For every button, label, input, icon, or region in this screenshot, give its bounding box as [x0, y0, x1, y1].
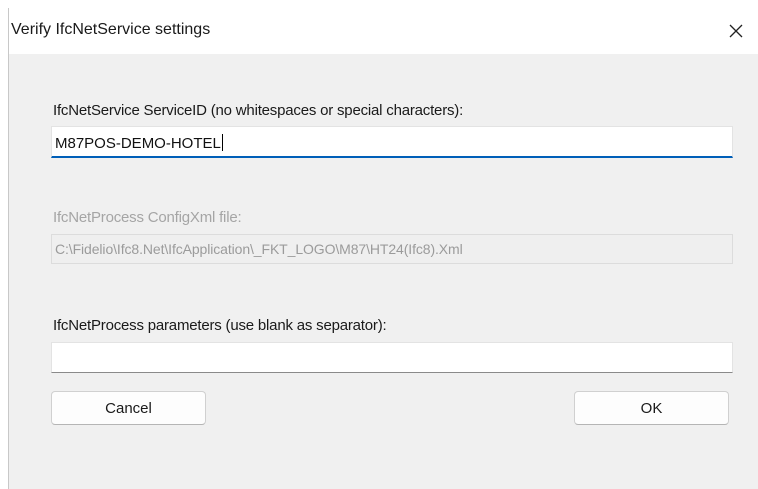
- window-title: Verify IfcNetService settings: [11, 21, 211, 38]
- config-xml-value: C:\Fidelio\Ifc8.Net\IfcApplication\_FKT_…: [55, 241, 463, 257]
- parameters-label: IfcNetProcess parameters (use blank as s…: [53, 317, 387, 334]
- close-icon: [729, 24, 743, 38]
- dialog-window: Verify IfcNetService settings IfcNetServ…: [8, 8, 758, 489]
- service-id-value: M87POS-DEMO-HOTEL: [55, 135, 221, 152]
- text-caret: [221, 134, 223, 151]
- config-xml-field: C:\Fidelio\Ifc8.Net\IfcApplication\_FKT_…: [51, 234, 733, 264]
- service-id-label: IfcNetService ServiceID (no whitespaces …: [53, 102, 464, 119]
- config-xml-label: IfcNetProcess ConfigXml file:: [53, 209, 242, 226]
- title-bar: Verify IfcNetService settings: [9, 8, 758, 54]
- parameters-input[interactable]: [51, 342, 733, 373]
- cancel-button[interactable]: Cancel: [51, 391, 206, 425]
- service-id-input[interactable]: M87POS-DEMO-HOTEL: [51, 126, 733, 158]
- ok-button[interactable]: OK: [574, 391, 729, 425]
- close-button[interactable]: [713, 8, 758, 54]
